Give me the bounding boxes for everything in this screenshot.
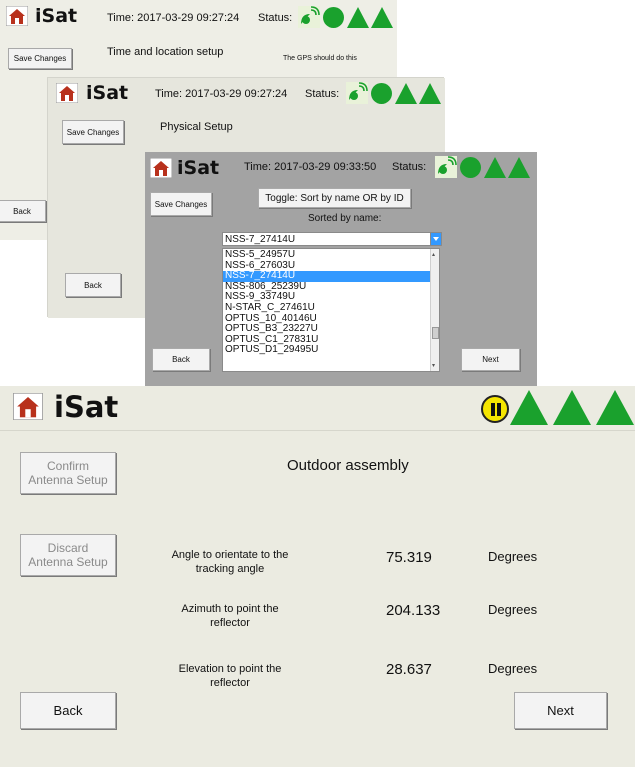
satellite-list-rows: NSS-5_24957U NSS-6_27603U NSS-7_27414U NSS-… xyxy=(223,249,430,356)
home-icon[interactable] xyxy=(150,158,172,178)
save-changes-label: Save Changes xyxy=(154,199,208,209)
status-circle-icon xyxy=(460,157,481,178)
measurement-label: Azimuth to point the reflector xyxy=(160,602,300,630)
next-label: Next xyxy=(547,703,574,718)
satellite-dropdown[interactable]: NSS-7_27414U xyxy=(222,232,442,246)
status-triangle-icon xyxy=(508,157,530,178)
measurement-unit: Degrees xyxy=(488,602,538,617)
next-button[interactable]: Next xyxy=(514,692,607,729)
sorted-label: Sorted by name: xyxy=(308,213,382,224)
status-circle-icon xyxy=(371,83,392,104)
label-line1: Elevation to point the xyxy=(178,663,282,675)
status-triangle-icon xyxy=(596,390,634,425)
measurement-unit: Degrees xyxy=(488,549,538,564)
list-scrollbar[interactable]: ▴ ▾ xyxy=(430,249,439,371)
save-changes-label: Save Changes xyxy=(66,127,120,137)
home-icon[interactable] xyxy=(13,393,43,420)
list-item[interactable]: N-STAR_C_27461U xyxy=(223,302,430,314)
dropdown-value: NSS-7_27414U xyxy=(225,234,296,245)
measurement-value: 28.637 xyxy=(386,661,432,678)
list-item[interactable]: OPTUS_D1_29495U xyxy=(223,345,430,356)
satellite-signal-icon xyxy=(346,82,368,104)
back-label: Back xyxy=(13,206,31,216)
discard-label-line2: Antenna Setup xyxy=(28,555,108,569)
label-line1: Azimuth to point the xyxy=(181,603,279,615)
home-icon[interactable] xyxy=(56,83,78,103)
save-changes-button[interactable]: Save Changes xyxy=(8,48,72,69)
save-changes-label: Save Changes xyxy=(13,54,67,63)
home-icon[interactable] xyxy=(6,6,28,26)
label-line2: reflector xyxy=(210,617,250,629)
list-item[interactable]: NSS-5_24957U xyxy=(223,249,430,261)
scroll-up-icon[interactable]: ▴ xyxy=(432,251,435,258)
status-triangle-icon xyxy=(371,7,393,28)
save-changes-button[interactable]: Save Changes xyxy=(150,192,212,216)
time-display: Time: 2017-03-29 09:33:50 xyxy=(244,161,377,173)
discard-label-line1: Discard xyxy=(47,541,89,555)
gps-note: The GPS should do this xyxy=(283,55,357,62)
dropdown-arrow-icon[interactable] xyxy=(430,233,441,245)
status-triangle-icon xyxy=(510,390,548,425)
satellite-select-window: iSat Time: 2017-03-29 09:33:50 Status: S… xyxy=(145,152,537,387)
brand-logo: iSat xyxy=(177,157,220,179)
scroll-down-icon[interactable]: ▾ xyxy=(432,362,435,369)
label-line1: Angle to orientate to the xyxy=(171,549,289,561)
status-label: Status: xyxy=(258,12,293,24)
status-triangle-icon xyxy=(419,83,441,104)
window-title: Time and location setup xyxy=(107,46,224,58)
measurement-value: 204.133 xyxy=(386,602,441,619)
status-triangle-icon xyxy=(347,7,369,28)
measurement-unit: Degrees xyxy=(488,661,538,676)
back-button[interactable]: Back xyxy=(65,273,121,297)
status-label: Status: xyxy=(392,161,427,173)
satellite-signal-icon xyxy=(298,6,320,28)
back-button[interactable]: Back xyxy=(20,692,116,729)
confirm-antenna-setup-button[interactable]: Confirm Antenna Setup xyxy=(20,452,116,494)
next-label: Next xyxy=(482,355,499,364)
toggle-sort-button[interactable]: Toggle: Sort by name OR by ID xyxy=(258,188,411,208)
scrollbar-thumb[interactable] xyxy=(432,327,439,339)
page-title: Outdoor assembly xyxy=(287,457,409,474)
confirm-label-line1: Confirm xyxy=(46,459,89,473)
status-triangle-icon xyxy=(553,390,591,425)
label-line2: tracking angle xyxy=(195,563,265,575)
satellite-list[interactable]: NSS-5_24957U NSS-6_27603U NSS-7_27414U NSS-… xyxy=(222,248,440,372)
discard-antenna-setup-button[interactable]: Discard Antenna Setup xyxy=(20,534,116,576)
pause-icon[interactable] xyxy=(481,395,509,423)
back-label: Back xyxy=(53,703,83,718)
outdoor-assembly-window: iSat Confirm Antenna Setup Discard Anten… xyxy=(0,386,635,767)
confirm-label-line2: Antenna Setup xyxy=(28,473,108,487)
back-label: Back xyxy=(172,355,190,364)
time-display: Time: 2017-03-29 09:27:24 xyxy=(155,88,288,100)
toggle-sort-label: Toggle: Sort by name OR by ID xyxy=(265,192,404,204)
back-button[interactable]: Back xyxy=(0,200,46,222)
measurement-label: Elevation to point the reflector xyxy=(160,662,300,690)
back-label: Back xyxy=(84,280,102,290)
brand-logo: iSat xyxy=(35,5,78,27)
time-display: Time: 2017-03-29 09:27:24 xyxy=(107,12,240,24)
back-button[interactable]: Back xyxy=(152,348,210,371)
status-triangle-icon xyxy=(395,83,417,104)
status-circle-icon xyxy=(323,7,344,28)
save-changes-button[interactable]: Save Changes xyxy=(62,120,124,144)
next-button[interactable]: Next xyxy=(461,348,520,371)
measurement-label: Angle to orientate to the tracking angle xyxy=(160,548,300,576)
brand-logo: iSat xyxy=(86,82,129,104)
measurement-value: 75.319 xyxy=(386,549,432,566)
brand-logo: iSat xyxy=(54,390,119,424)
window-title: Physical Setup xyxy=(160,121,233,133)
label-line2: reflector xyxy=(210,677,250,689)
status-triangle-icon xyxy=(484,157,506,178)
status-label: Status: xyxy=(305,88,340,100)
satellite-signal-icon xyxy=(435,156,457,178)
